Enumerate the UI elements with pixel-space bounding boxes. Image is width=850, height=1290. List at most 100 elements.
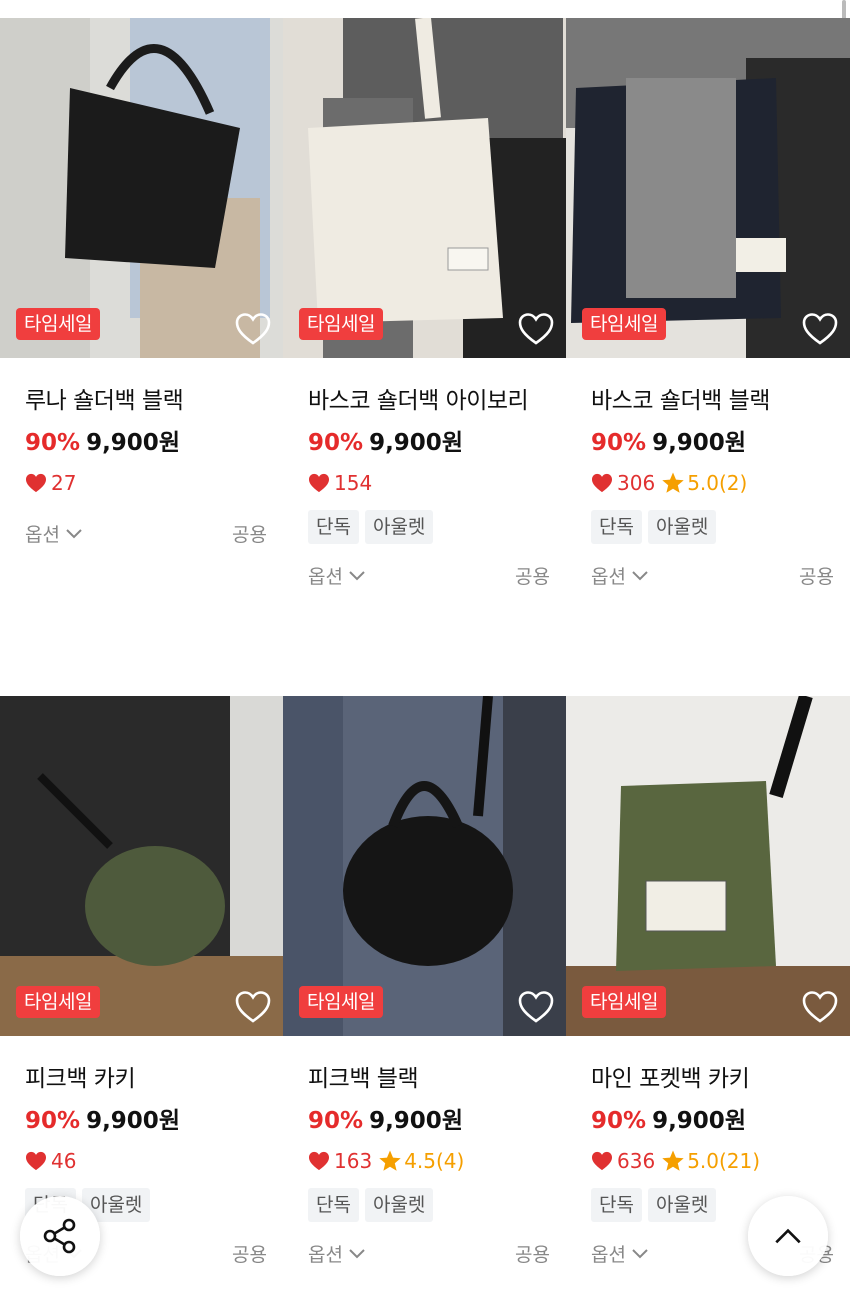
like-count: 154: [334, 471, 373, 495]
product-image[interactable]: [283, 18, 566, 358]
wishlist-heart-icon[interactable]: [802, 312, 838, 346]
chevron-up-icon: [775, 1228, 801, 1244]
product-grid-row-2: 타임세일 피크백 카키 90%9,900원 46 단독 아울렛 옵션 공용: [0, 696, 850, 1267]
product-info: 루나 숄더백 블랙 90% 9,900원 27 옵션 공용: [0, 358, 283, 547]
wishlist-heart-icon[interactable]: [235, 990, 271, 1024]
price-line: 90% 9,900원: [591, 426, 834, 460]
product-photo: [0, 18, 283, 358]
option-label: 옵션: [591, 566, 626, 588]
scroll-to-top-button[interactable]: [748, 1196, 828, 1276]
product-info: 바스코 숄더백 아이보리 90% 9,900원 154 단독 아울렛 옵션 공용: [283, 358, 566, 589]
product-title[interactable]: 피크백 블랙: [308, 1060, 550, 1098]
share-icon: [43, 1218, 76, 1254]
product-image[interactable]: [566, 18, 850, 358]
product-stats: 636 5.0(21): [591, 1148, 834, 1174]
gender-label: 공용: [515, 1244, 550, 1266]
wishlist-heart-icon[interactable]: [802, 990, 838, 1024]
product-photo: [566, 18, 850, 358]
tag-list: 단독 아울렛: [591, 510, 834, 544]
tag-outlet: 아울렛: [364, 510, 434, 544]
time-sale-badge: 타임세일: [582, 308, 666, 340]
product-footer: 옵션 공용: [308, 1240, 550, 1267]
time-sale-badge: 타임세일: [299, 986, 383, 1018]
sale-price: 9,900원: [369, 1108, 463, 1134]
product-photo: [283, 696, 566, 1036]
wishlist-heart-icon[interactable]: [518, 990, 554, 1024]
product-grid-row-1: 타임세일 루나 숄더백 블랙 90% 9,900원 27 옵션 공용 타임세일 …: [0, 18, 850, 589]
product-photo: [0, 696, 283, 1036]
product-stats: 163 4.5(4): [308, 1148, 550, 1174]
discount-rate: 90%: [308, 1108, 364, 1134]
heart-icon: [592, 473, 612, 493]
star-icon: [662, 472, 684, 493]
product-stats: 46: [25, 1148, 267, 1174]
price-line: 90% 9,900원: [591, 1104, 834, 1138]
product-footer: 옵션 공용: [308, 562, 550, 589]
product-image[interactable]: [0, 696, 283, 1036]
product-stats: 306 5.0(2): [591, 470, 834, 496]
like-count: 636: [617, 1149, 656, 1173]
discount-rate: 90%: [308, 430, 364, 456]
time-sale-badge: 타임세일: [16, 308, 100, 340]
tag-exclusive: 단독: [308, 1188, 359, 1222]
option-dropdown[interactable]: 옵션: [591, 562, 648, 589]
product-title[interactable]: 마인 포켓백 카키: [591, 1060, 834, 1098]
chevron-down-icon: [349, 1248, 365, 1258]
product-title[interactable]: 피크백 카키: [25, 1060, 267, 1098]
gender-label: 공용: [232, 524, 267, 546]
tag-outlet: 아울렛: [647, 1188, 717, 1222]
product-stats: 154: [308, 470, 550, 496]
product-info: 피크백 블랙 90% 9,900원 163 4.5(4) 단독 아울렛 옵션 공용: [283, 1036, 566, 1267]
product-card[interactable]: 타임세일 마인 포켓백 카키 90% 9,900원 636 5.0(21) 단독 …: [566, 696, 850, 1267]
heart-icon: [309, 473, 329, 493]
product-footer: 옵션 공용: [25, 520, 267, 547]
tag-exclusive: 단독: [591, 510, 642, 544]
option-dropdown[interactable]: 옵션: [308, 1240, 365, 1267]
product-info: 바스코 숄더백 블랙 90% 9,900원 306 5.0(2) 단독 아울렛 옵…: [566, 358, 850, 589]
share-button[interactable]: [20, 1196, 100, 1276]
wishlist-heart-icon[interactable]: [518, 312, 554, 346]
product-card[interactable]: 타임세일 피크백 블랙 90% 9,900원 163 4.5(4) 단독 아울렛 …: [283, 696, 566, 1267]
option-label: 옵션: [25, 524, 60, 546]
product-card[interactable]: 타임세일 바스코 숄더백 아이보리 90% 9,900원 154 단독 아울렛 옵…: [283, 18, 566, 589]
product-title[interactable]: 바스코 숄더백 블랙: [591, 382, 834, 420]
wishlist-heart-icon[interactable]: [235, 312, 271, 346]
tag-exclusive: 단독: [591, 1188, 642, 1222]
rating-score: 5.0(2): [687, 471, 748, 495]
product-photo: [283, 18, 566, 358]
time-sale-badge: 타임세일: [582, 986, 666, 1018]
product-card[interactable]: 타임세일 피크백 카키 90%9,900원 46 단독 아울렛 옵션 공용: [0, 696, 283, 1267]
gender-label: 공용: [515, 566, 550, 588]
heart-icon: [592, 1151, 612, 1171]
time-sale-badge: 타임세일: [299, 308, 383, 340]
option-dropdown[interactable]: 옵션: [591, 1240, 648, 1267]
option-dropdown[interactable]: 옵션: [25, 520, 82, 547]
product-card[interactable]: 타임세일 바스코 숄더백 블랙 90% 9,900원 306 5.0(2) 단독 …: [566, 18, 850, 589]
product-photo: [566, 696, 850, 1036]
like-count: 306: [617, 471, 656, 495]
time-sale-badge: 타임세일: [16, 986, 100, 1018]
gender-label: 공용: [232, 1244, 267, 1266]
sale-price: 9,900원: [369, 430, 463, 456]
product-title[interactable]: 루나 숄더백 블랙: [25, 382, 267, 420]
price-line: 90% 9,900원: [308, 1104, 550, 1138]
tag-list: 단독 아울렛: [308, 1188, 550, 1222]
price-line: 90% 9,900원: [25, 426, 267, 460]
product-image[interactable]: [566, 696, 850, 1036]
product-title[interactable]: 바스코 숄더백 아이보리: [308, 382, 548, 420]
discount-rate: 90%: [591, 1108, 647, 1134]
product-card[interactable]: 타임세일 루나 숄더백 블랙 90% 9,900원 27 옵션 공용: [0, 18, 283, 589]
price-line: 90% 9,900원: [308, 426, 550, 460]
like-count: 27: [51, 471, 77, 495]
tag-exclusive: 단독: [308, 510, 359, 544]
discount-rate: 90%: [591, 430, 647, 456]
product-image[interactable]: [0, 18, 283, 358]
tag-outlet: 아울렛: [647, 510, 717, 544]
sale-price: 9,900원: [652, 1108, 746, 1134]
product-image[interactable]: [283, 696, 566, 1036]
option-dropdown[interactable]: 옵션: [308, 562, 365, 589]
option-label: 옵션: [308, 1244, 343, 1266]
chevron-down-icon: [632, 1248, 648, 1258]
like-count: 163: [334, 1149, 373, 1173]
chevron-down-icon: [66, 528, 82, 538]
